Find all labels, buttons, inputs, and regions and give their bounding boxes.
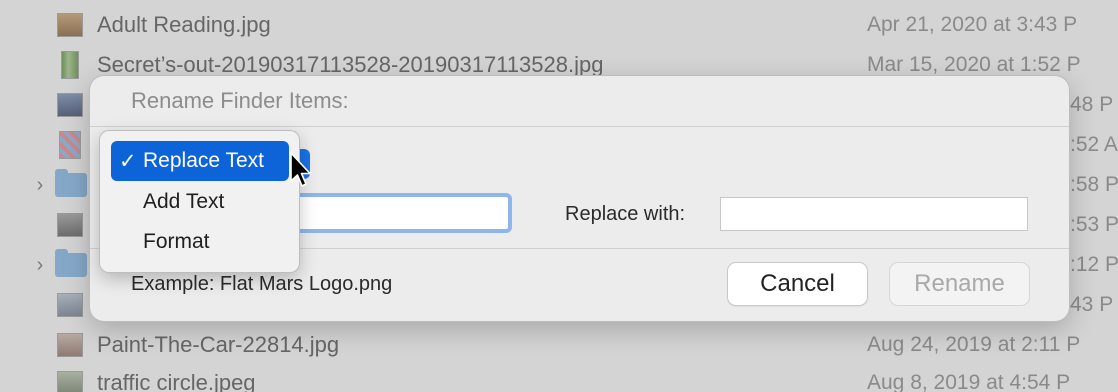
image-thumbnail-icon xyxy=(57,333,83,357)
checkmark-icon: ✓ xyxy=(119,149,137,173)
file-row[interactable]: Paint-The-Car-22814.jpg Aug 24, 2019 at … xyxy=(0,325,1118,365)
menu-item-label: Format xyxy=(143,230,210,253)
disclosure-triangle-icon[interactable]: › xyxy=(33,174,47,197)
file-date: Apr 21, 2020 at 3:43 P xyxy=(867,13,1078,36)
menu-item-add-text[interactable]: Add Text xyxy=(111,182,289,222)
file-date: Aug 24, 2019 at 2:11 P xyxy=(867,333,1081,356)
file-name: Secret’s-out-20190317113528-201903171135… xyxy=(97,52,604,77)
folder-icon xyxy=(55,169,87,197)
menu-item-format[interactable]: Format xyxy=(111,222,289,262)
image-thumbnail-icon xyxy=(57,13,83,37)
image-thumbnail-icon xyxy=(57,371,83,392)
dialog-title: Rename Finder Items: xyxy=(131,88,349,113)
file-date: :12 P xyxy=(1070,253,1118,276)
disclosure-triangle-icon[interactable]: › xyxy=(33,254,47,277)
file-date: Aug 8, 2019 at 4:54 P xyxy=(867,371,1071,392)
example-preview: Example: Flat Mars Logo.png xyxy=(131,273,393,295)
replace-with-label: Replace with: xyxy=(565,203,686,225)
image-thumbnail-icon xyxy=(61,51,79,79)
menu-item-label: Add Text xyxy=(143,190,225,213)
rename-mode-menu: ✓ Replace Text Add Text Format xyxy=(100,131,299,272)
image-thumbnail-icon xyxy=(59,131,81,159)
mouse-pointer-icon xyxy=(290,152,311,187)
file-date: 48 P xyxy=(1070,93,1114,116)
file-row[interactable]: traffic circle.jpeg Aug 8, 2019 at 4:54 … xyxy=(0,363,1118,392)
image-thumbnail-icon xyxy=(57,93,83,117)
file-date: Mar 15, 2020 at 1:52 P xyxy=(867,53,1081,76)
image-thumbnail-icon xyxy=(57,213,83,237)
file-name: Adult Reading.jpg xyxy=(97,12,271,37)
menu-item-label: Replace Text xyxy=(143,149,265,172)
file-date: :52 A xyxy=(1070,133,1118,156)
rename-button[interactable]: Rename xyxy=(890,263,1029,305)
folder-icon xyxy=(55,249,87,277)
file-date: 43 P xyxy=(1070,293,1114,316)
cancel-button[interactable]: Cancel xyxy=(728,263,867,305)
file-name: traffic circle.jpeg xyxy=(97,370,256,392)
file-date: :58 P xyxy=(1070,173,1118,196)
file-date: :53 P xyxy=(1070,213,1118,236)
file-name: Paint-The-Car-22814.jpg xyxy=(97,332,340,357)
menu-item-replace-text[interactable]: ✓ Replace Text xyxy=(111,141,289,181)
file-row[interactable]: Adult Reading.jpg Apr 21, 2020 at 3:43 P xyxy=(0,5,1118,45)
replace-with-field[interactable] xyxy=(720,197,1028,231)
image-thumbnail-icon xyxy=(57,293,83,317)
divider xyxy=(90,126,1069,127)
